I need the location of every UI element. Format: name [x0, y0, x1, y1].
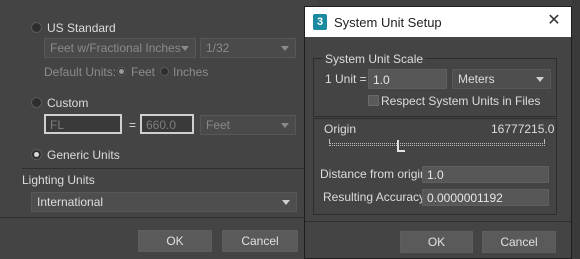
inches-label: Inches	[173, 65, 209, 79]
precision-select[interactable]: 1/32	[200, 38, 296, 58]
system-unit-scale-label: System Unit Scale	[323, 52, 426, 66]
fraction-select-value: Feet w/Fractional Inches	[50, 41, 181, 55]
feet-label: Feet	[131, 65, 156, 79]
lighting-units-label: Lighting Units	[22, 173, 95, 187]
lighting-units-select[interactable]: International	[31, 192, 297, 212]
unit-equals-label: 1 Unit =	[325, 72, 367, 86]
respect-system-units-label: Respect System Units in Files	[381, 94, 541, 108]
divider	[305, 221, 571, 222]
custom-unit-select[interactable]: Feet	[200, 115, 296, 135]
resulting-accuracy-label: Resulting Accuracy:	[323, 190, 429, 204]
slider-tick	[544, 139, 545, 143]
us-standard-radio[interactable]	[31, 22, 42, 33]
close-icon[interactable]: ✕	[545, 12, 563, 30]
divider	[22, 168, 304, 169]
equals-label: =	[129, 118, 137, 132]
unit-value-field[interactable]: 1.0	[368, 69, 447, 89]
fraction-select[interactable]: Feet w/Fractional Inches	[44, 38, 196, 58]
generic-units-radio[interactable]	[31, 149, 42, 160]
background-edge	[572, 0, 580, 259]
title-bar: 3 System Unit Setup ✕	[305, 7, 571, 37]
unit-type-select-value: Meters	[458, 72, 495, 86]
default-units-label: Default Units:	[44, 65, 117, 79]
generic-units-label: Generic Units	[47, 148, 120, 162]
us-standard-label: US Standard	[47, 21, 116, 35]
distance-from-origin-field[interactable]: 1.0	[422, 166, 549, 183]
app-icon: 3	[313, 14, 327, 30]
origin-slider-track[interactable]	[329, 143, 545, 146]
unit-type-select[interactable]: Meters	[452, 69, 551, 89]
custom-radio[interactable]	[31, 97, 42, 108]
ok-button[interactable]: OK	[400, 231, 473, 253]
custom-unit-select-value: Feet	[206, 118, 231, 132]
slider-tick	[329, 139, 330, 143]
chevron-down-icon	[281, 123, 289, 128]
precision-select-value: 1/32	[206, 41, 230, 55]
origin-label: Origin	[324, 122, 357, 136]
respect-system-units-checkbox[interactable]	[368, 95, 379, 106]
lighting-units-select-value: International	[37, 195, 104, 209]
cancel-button[interactable]: Cancel	[222, 230, 298, 252]
cancel-button[interactable]: Cancel	[482, 231, 556, 253]
chevron-down-icon	[181, 46, 189, 51]
origin-slider-thumb[interactable]	[396, 140, 405, 152]
chevron-down-icon	[281, 46, 289, 51]
system-unit-setup-dialog: 3 System Unit Setup ✕ System Unit Scale …	[304, 6, 572, 259]
chevron-down-icon	[282, 200, 290, 205]
divider	[0, 217, 318, 218]
distance-from-origin-label: Distance from origin:	[320, 167, 431, 181]
inches-radio[interactable]	[160, 67, 169, 76]
dialog-title: System Unit Setup	[334, 15, 442, 30]
origin-value: 16777215.0	[491, 122, 555, 136]
chevron-down-icon	[536, 77, 544, 82]
custom-amount-field[interactable]: 660.0	[140, 114, 194, 134]
resulting-accuracy-field: 0.0000001192	[422, 189, 549, 206]
feet-radio[interactable]	[117, 67, 126, 76]
ok-button[interactable]: OK	[138, 230, 212, 252]
custom-label: Custom	[47, 96, 89, 110]
units-setup-dialog: US Standard Feet w/Fractional Inches 1/3…	[0, 0, 318, 259]
custom-name-field[interactable]: FL	[44, 114, 122, 134]
